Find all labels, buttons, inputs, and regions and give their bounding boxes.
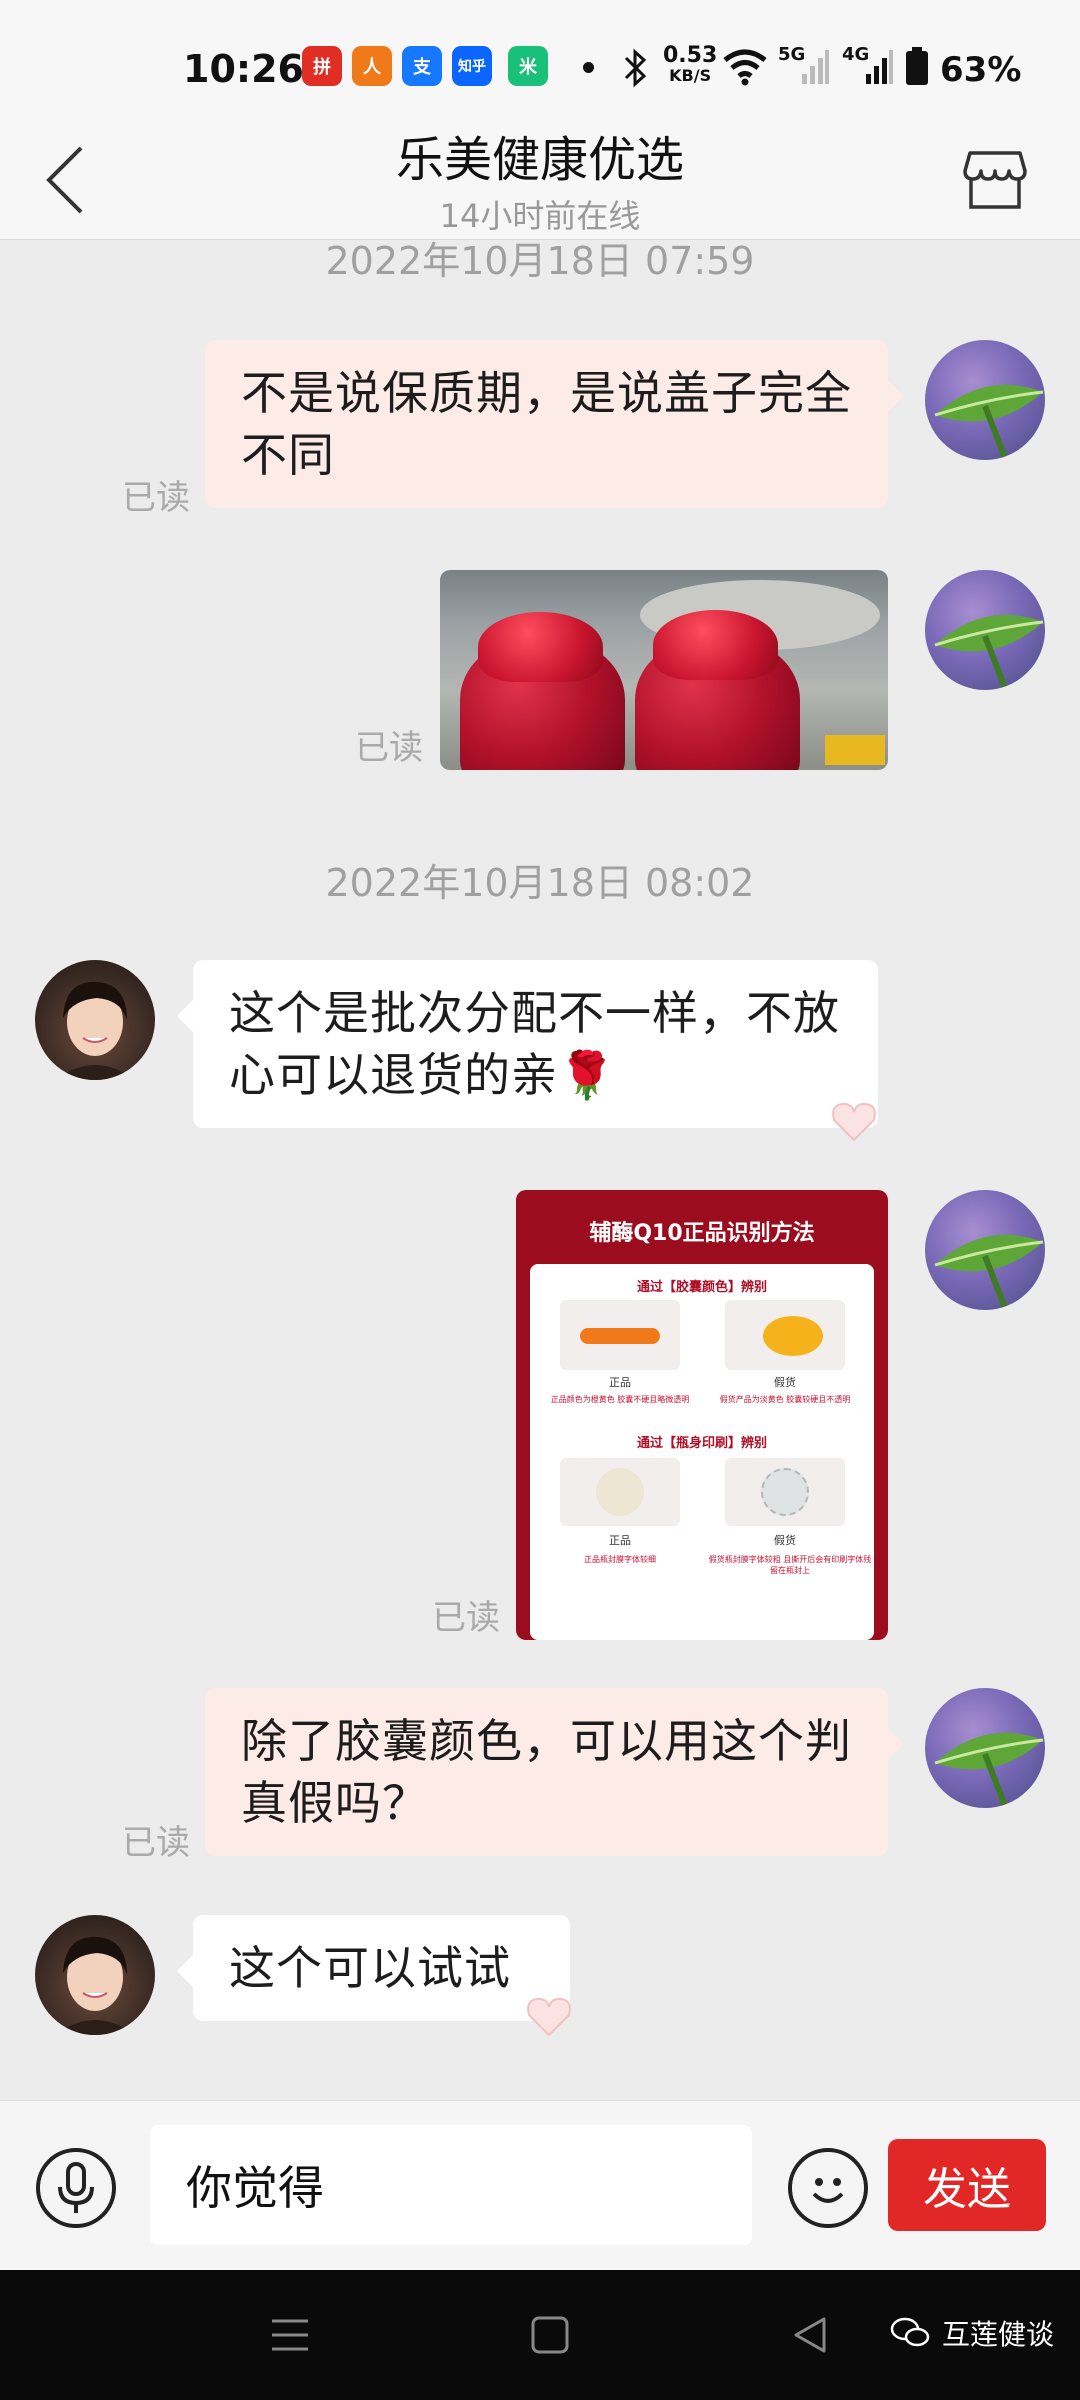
smiley-icon	[812, 2178, 844, 2203]
home-nav-button[interactable]	[520, 2305, 580, 2365]
store-icon	[963, 151, 1027, 209]
network-speed: 0.53 KB/S	[663, 43, 718, 86]
leaf-avatar-image	[934, 614, 1044, 690]
message-bubble-incoming[interactable]: 这个可以试试	[177, 1915, 570, 2021]
signal-4g-bars-icon	[866, 50, 893, 84]
message-bubble-outgoing[interactable]: 除了胶囊颜色，可以用这个判真假吗？	[205, 1688, 904, 1856]
read-status: 已读	[355, 728, 423, 768]
back-nav-button[interactable]	[780, 2305, 840, 2365]
genuine-capsule-photo	[560, 1300, 680, 1370]
message-input-bar: 发送	[0, 2100, 1080, 2270]
fake-label: 假货	[774, 1376, 796, 1389]
message-text: 这个是批次分配不一样，不放心可以退货的亲	[229, 986, 840, 1102]
triangle-back-icon	[794, 2317, 826, 2353]
read-status: 已读	[122, 1823, 190, 1863]
fake-capsule-photo	[725, 1300, 845, 1370]
watermark: 互莲健谈	[890, 2313, 1054, 2353]
shop-button[interactable]	[955, 135, 1035, 225]
message-text: 这个可以试试	[229, 1941, 511, 1995]
genuine-label: 正品	[609, 1376, 631, 1389]
bubble-corner-badge-icon	[527, 1997, 571, 2037]
bottles-photo-message[interactable]	[440, 570, 888, 770]
genuine-note-print: 正品瓶封膜字体较细	[584, 1555, 656, 1564]
orange-capsule	[580, 1328, 660, 1344]
wifi-icon	[723, 49, 767, 86]
message-text: 不是说保质期，是说盖子完全不同	[241, 366, 852, 482]
leaf-avatar-image	[934, 1234, 1044, 1310]
q10-section-print: 通过【瓶身印刷】辨别	[636, 1436, 767, 1451]
fake-seal	[761, 1468, 809, 1516]
pinduoduo-app-icon: 拼	[302, 46, 342, 86]
wechat-icon	[890, 2317, 930, 2347]
message-text: 除了胶囊颜色，可以用这个判真假吗？	[241, 1714, 852, 1830]
message-input[interactable]	[150, 2125, 752, 2245]
timestamp: 2022年10月18日 07:59	[325, 239, 755, 283]
genuine-label-2: 正品	[609, 1534, 631, 1547]
my-avatar[interactable]	[925, 570, 1045, 690]
genuine-note-capsule: 正品颜色为橙黄色 胶囊不硬且略微透明	[550, 1395, 690, 1404]
message-bubble-incoming[interactable]: 这个是批次分配不一样，不放心可以退货的亲🌹	[177, 960, 878, 1128]
q10-card-title: 辅酶Q10正品识别方法	[589, 1221, 815, 1246]
shop-avatar[interactable]	[35, 960, 155, 1080]
menu-icon	[272, 2319, 308, 2351]
watermark-text: 互莲健谈	[942, 2318, 1055, 2351]
fake-bottle-print-photo	[725, 1458, 845, 1526]
running-app-icon: 人	[352, 46, 392, 86]
genuine-bottle-print-photo	[560, 1458, 680, 1526]
rose-emoji: 🌹	[558, 1048, 617, 1102]
bottle-cap-left	[478, 612, 603, 682]
notification-dot-icon	[583, 62, 594, 73]
send-button[interactable]: 发送	[888, 2139, 1046, 2231]
mi-app-icon: 米	[508, 46, 548, 86]
status-bar: 10:26 拼 人 支 知乎 米 0.53 KB/S 5G 4G 63%	[0, 0, 1080, 120]
leaf-avatar-image	[934, 384, 1044, 460]
shop-avatar[interactable]	[35, 1915, 155, 2035]
battery-percentage: 63%	[940, 50, 1022, 90]
emoji-button[interactable]	[788, 2148, 868, 2228]
bluetooth-icon	[624, 48, 647, 88]
battery-icon	[906, 47, 928, 85]
status-time: 10:26	[183, 47, 304, 91]
fake-label-2: 假货	[774, 1534, 796, 1547]
menu-nav-button[interactable]	[260, 2305, 320, 2365]
chat-title: 乐美健康优选	[395, 132, 684, 188]
q10-card-body: 通过【胶囊颜色】辨别 正品 假货 正品颜色为橙黄色 胶囊不硬且略微透明 假货产品…	[530, 1264, 874, 1640]
bubble-corner-badge-icon	[832, 1102, 876, 1142]
microphone-icon	[58, 2162, 94, 2213]
person-avatar-image	[55, 981, 135, 1080]
signal-5g-bars-icon	[802, 50, 829, 84]
yellow-capsule	[763, 1316, 823, 1356]
genuine-seal	[596, 1468, 644, 1516]
fake-note-capsule: 假货产品为淡黄色 胶囊较硬且不透明	[719, 1395, 851, 1404]
q10-section-capsule: 通过【胶囊颜色】辨别	[636, 1280, 767, 1295]
fake-note-print: 假货瓶封膜字体较粗 且撕开后会有印刷字体残留在瓶封上	[708, 1555, 872, 1575]
alipay-app-icon: 支	[402, 46, 442, 86]
q10-identification-image-message[interactable]: 辅酶Q10正品识别方法 通过【胶囊颜色】辨别 正品 假货 正品颜色为橙黄色 胶囊…	[516, 1190, 888, 1640]
system-nav-bar: 互莲健谈	[0, 2270, 1080, 2400]
read-status: 已读	[122, 478, 190, 518]
zhihu-app-icon: 知乎	[452, 46, 492, 86]
square-home-icon	[531, 2316, 569, 2354]
chat-header: 乐美健康优选 14小时前在线	[0, 120, 1080, 240]
timestamp: 2022年10月18日 08:02	[325, 861, 755, 905]
network-speed-value: 0.53	[663, 43, 718, 68]
voice-input-button[interactable]	[36, 2148, 116, 2228]
message-bubble-outgoing[interactable]: 不是说保质期，是说盖子完全不同	[205, 340, 904, 508]
person-avatar-image	[55, 1936, 135, 2035]
leaf-avatar-image	[934, 1732, 1044, 1808]
my-avatar[interactable]	[925, 1688, 1045, 1808]
photo-label-box	[825, 735, 885, 765]
bottle-cap-right	[653, 610, 778, 680]
my-avatar[interactable]	[925, 340, 1045, 460]
network-speed-unit: KB/S	[669, 66, 712, 85]
read-status: 已读	[432, 1598, 500, 1638]
my-avatar[interactable]	[925, 1190, 1045, 1310]
